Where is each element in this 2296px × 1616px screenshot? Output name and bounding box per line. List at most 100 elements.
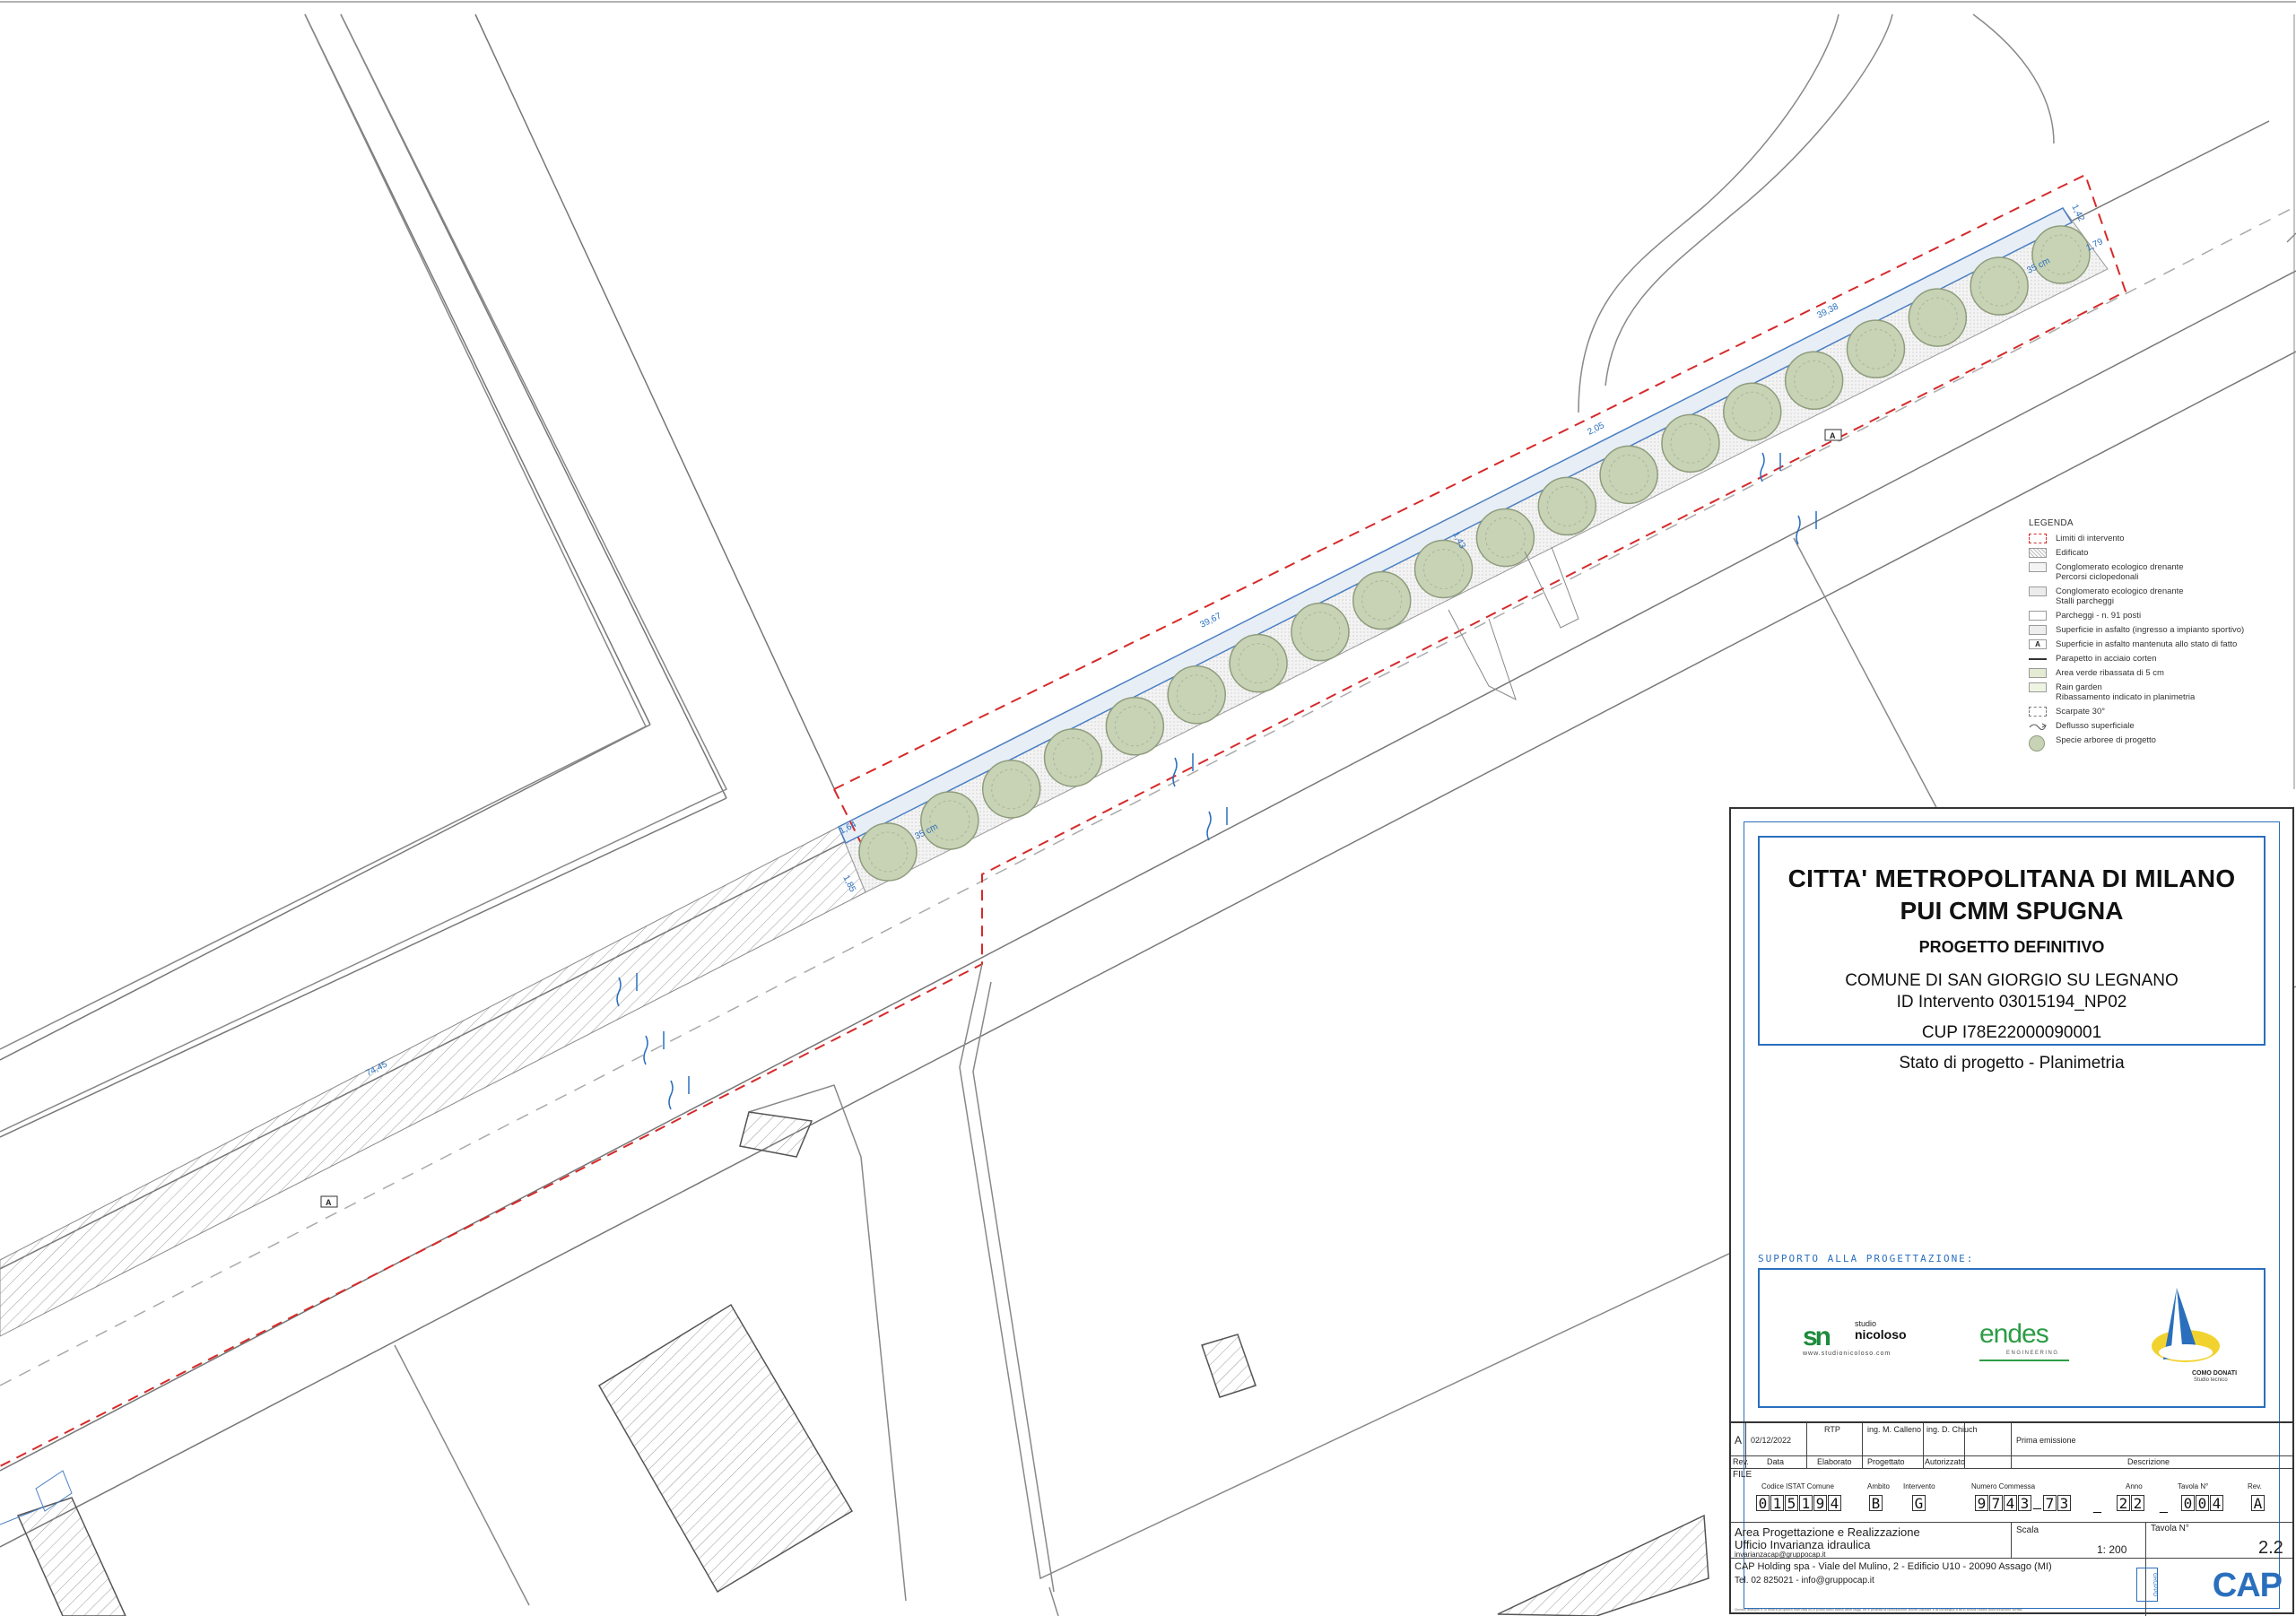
cap-logo: CAP <box>2212 1567 2283 1604</box>
como-donati-logo: COMO DONATI Studio tecnico <box>2136 1270 2244 1406</box>
legend: LEGENDA Limiti di intervento Edificato Con… <box>2029 518 2289 756</box>
rev-description: Prima emissione <box>2016 1436 2076 1445</box>
code-char: 4 <box>2004 1495 2017 1512</box>
legend-item: Limiti di intervento <box>2029 534 2289 543</box>
legend-item: Deflusso superficiale <box>2029 721 2289 731</box>
flow-arrows <box>616 452 1817 1110</box>
area-tags: A A <box>320 429 1842 1208</box>
legend-label: Rain garden Ribassamento indicato in plan… <box>2056 682 2196 702</box>
sheet-number: 2.2 <box>2258 1538 2283 1558</box>
code-char: 2 <box>2117 1495 2130 1512</box>
sheet-label: Tavola N° <box>2151 1524 2189 1533</box>
code-char: 7 <box>2043 1495 2057 1512</box>
conglo1-swatch-icon <box>2029 562 2047 572</box>
code-char: 0 <box>1756 1495 1770 1512</box>
legend-label: Parapetto in acciaio corten <box>2056 654 2157 664</box>
area-tag: A <box>1830 431 1836 440</box>
corten-swatch-icon <box>2029 658 2047 660</box>
separator: _ <box>2093 1499 2101 1514</box>
cap-side-label: GRUPPO <box>2136 1568 2158 1602</box>
scale-value: 1: 200 <box>2097 1543 2127 1556</box>
code-char: G <box>1912 1495 1926 1512</box>
code-char: B <box>1869 1495 1883 1512</box>
legend-label: Superficie in asfalto mantenuta allo sta… <box>2056 639 2238 649</box>
park-swatch-icon <box>2029 611 2047 621</box>
legend-item: Rain garden Ribassamento indicato in plan… <box>2029 682 2289 702</box>
code-char: 0 <box>2196 1495 2209 1512</box>
code-char: 3 <box>2057 1495 2071 1512</box>
green2-swatch-icon <box>2029 682 2047 692</box>
commessa-code-a: 9743 <box>1975 1495 2032 1512</box>
legend-item: Conglomerato ecologico drenante Stalli pa… <box>2029 586 2289 606</box>
cup-code: CUP I78E22000090001 <box>1921 1023 2102 1042</box>
support-label: SUPPORTO ALLA PROGETTAZIONE: <box>1758 1253 1975 1264</box>
file-rev-code: A <box>2251 1495 2266 1512</box>
copyright-note: Questo disegno è di nostra proprietà ris… <box>1735 1607 2023 1612</box>
scale-label: Scala <box>2016 1525 2039 1535</box>
intervento-code: G <box>1912 1495 1926 1512</box>
header-tavola: Tavola N° <box>2178 1482 2209 1490</box>
code-char: 1 <box>1770 1495 1784 1512</box>
office-unit: Ufficio Invarianza idraulica <box>1735 1538 1871 1551</box>
rev-progettato: ing. M. Calleno <box>1867 1425 1922 1434</box>
header-file-rev: Rev. <box>2248 1482 2262 1490</box>
office-area: Area Progettazione e Realizzazione <box>1735 1525 1920 1539</box>
client-title: CITTA' METROPOLITANA DI MILANO <box>1787 864 2236 892</box>
flow-swatch-icon <box>2029 721 2048 731</box>
area-tag: A <box>326 1198 332 1207</box>
code-char: 1 <box>1799 1495 1813 1512</box>
parking-strip <box>0 826 866 1337</box>
municipality: COMUNE DI SAN GIORGIO SU LEGNANO <box>1845 971 2179 990</box>
header-progettato: Progettato <box>1867 1457 1905 1466</box>
asph1-swatch-icon <box>2029 625 2047 635</box>
header-ambito: Ambito <box>1867 1482 1890 1490</box>
legend-label: Edificato <box>2056 548 2089 558</box>
code-char: 2 <box>2131 1495 2144 1512</box>
sail-icon <box>2152 1288 2220 1362</box>
header-istat: Codice ISTAT Comune <box>1761 1482 1834 1490</box>
rev-elaborato: RTP <box>1824 1425 1840 1434</box>
header-intervento: Intervento <box>1903 1482 1935 1490</box>
code-char: 4 <box>1828 1495 1841 1512</box>
file-label: FILE <box>1733 1470 1752 1480</box>
endes-logo: endes ENGINEERING <box>1979 1270 2087 1406</box>
company-contacts: Tel. 02 825021 - info@gruppocap.it <box>1735 1576 1874 1586</box>
rev-value: A <box>1735 1434 1743 1447</box>
legend-label: Parcheggi - n. 91 posti <box>2056 611 2142 621</box>
code-char: 9 <box>1813 1495 1827 1512</box>
ambito-code: B <box>1869 1495 1883 1512</box>
legend-item: Parcheggi - n. 91 posti <box>2029 611 2289 621</box>
legend-label: Conglomerato ecologico drenante Percorsi … <box>2056 562 2184 582</box>
header-data: Data <box>1767 1457 1785 1466</box>
conglo2-swatch-icon <box>2029 586 2047 596</box>
legend-label: Conglomerato ecologico drenante Stalli pa… <box>2056 586 2184 606</box>
legend-label: Limiti di intervento <box>2056 534 2125 543</box>
code-char: 9 <box>1975 1495 1988 1512</box>
legend-item: Area verde ribassata di 5 cm <box>2029 668 2289 678</box>
intervention-id: ID Intervento 03015194_NP02 <box>1896 993 2127 1012</box>
asphA-swatch-icon: A <box>2029 639 2047 649</box>
header-descrizione: Descrizione <box>2127 1457 2170 1466</box>
header-anno: Anno <box>2126 1482 2143 1490</box>
code-char: 4 <box>2210 1495 2223 1512</box>
office-email: invarianzacap@gruppocap.it <box>1735 1551 1826 1559</box>
header-autorizzato: Autorizzato <box>1925 1457 1966 1466</box>
code-char: 7 <box>1989 1495 2003 1512</box>
drawing-subject: Stato di progetto - Planimetria <box>1899 1054 2125 1073</box>
dimension-label: 39,67 <box>1198 611 1223 630</box>
project-title: PUI CMM SPUGNA <box>1900 897 2124 925</box>
rev-autorizzato: ing. D. Chiuch <box>1926 1425 1978 1434</box>
legend-item: A Superficie in asfalto mantenuta allo st… <box>2029 639 2289 649</box>
legend-label: Superficie in asfalto (ingresso a impian… <box>2056 625 2245 635</box>
commessa-code-b: 73 <box>2043 1495 2072 1512</box>
code-char: A <box>2251 1495 2265 1512</box>
green1-swatch-icon <box>2029 668 2047 678</box>
project-phase: PROGETTO DEFINITIVO <box>1918 938 2105 956</box>
tree-swatch-icon <box>2029 735 2045 752</box>
rev-date: 02/12/2022 <box>1751 1436 1792 1445</box>
legend-label: Specie arboree di progetto <box>2056 735 2156 745</box>
legend-item: Parapetto in acciaio corten <box>2029 654 2289 664</box>
revision-table: A 02/12/2022 RTP ing. M. Calleno ing. D.… <box>1731 1421 2292 1616</box>
title-block: CITTA' METROPOLITANA DI MILANO PUI CMM S… <box>1729 807 2294 1616</box>
tavola-code: 004 <box>2181 1495 2224 1512</box>
